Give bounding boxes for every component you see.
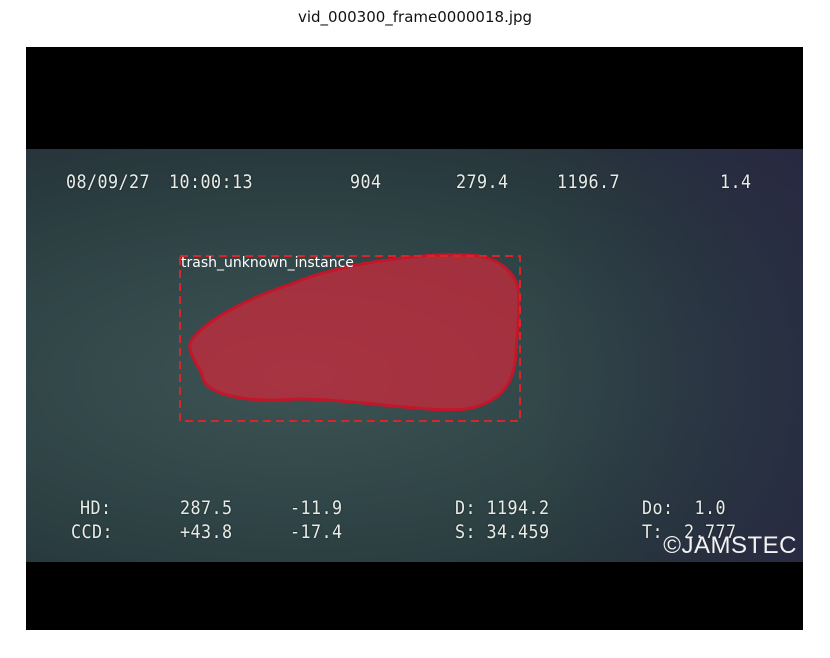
osd-top-value-2: 279.4 [456, 171, 509, 193]
osd-salinity: S: 34.459 [455, 521, 550, 543]
video-frame: 08/09/27 10:00:13 904 279.4 1196.7 1.4 H… [26, 47, 803, 630]
osd-hd-value-1: 287.5 [180, 497, 233, 519]
osd-date: 08/09/27 [66, 171, 151, 193]
osd-hd-label: HD: [80, 497, 112, 519]
osd-ccd-label: CCD: [71, 521, 114, 543]
osd-ccd-value-2: -17.4 [290, 521, 343, 543]
osd-top-value-3: 1196.7 [557, 171, 621, 193]
osd-top-value-4: 1.4 [720, 171, 752, 193]
detection-label: trash_unknown_instance [181, 255, 354, 271]
trash-segmentation-mask [188, 253, 521, 412]
osd-time: 10:00:13 [169, 171, 254, 193]
image-title: vid_000300_frame0000018.jpg [297, 8, 533, 26]
osd-do: Do: 1.0 [642, 497, 727, 519]
osd-depth: D: 1194.2 [455, 497, 550, 519]
jamstec-watermark: ©JAMSTEC [663, 532, 797, 559]
osd-hd-value-2: -11.9 [290, 497, 343, 519]
osd-ccd-value-1: +43.8 [180, 521, 233, 543]
osd-top-value-1: 904 [350, 171, 382, 193]
